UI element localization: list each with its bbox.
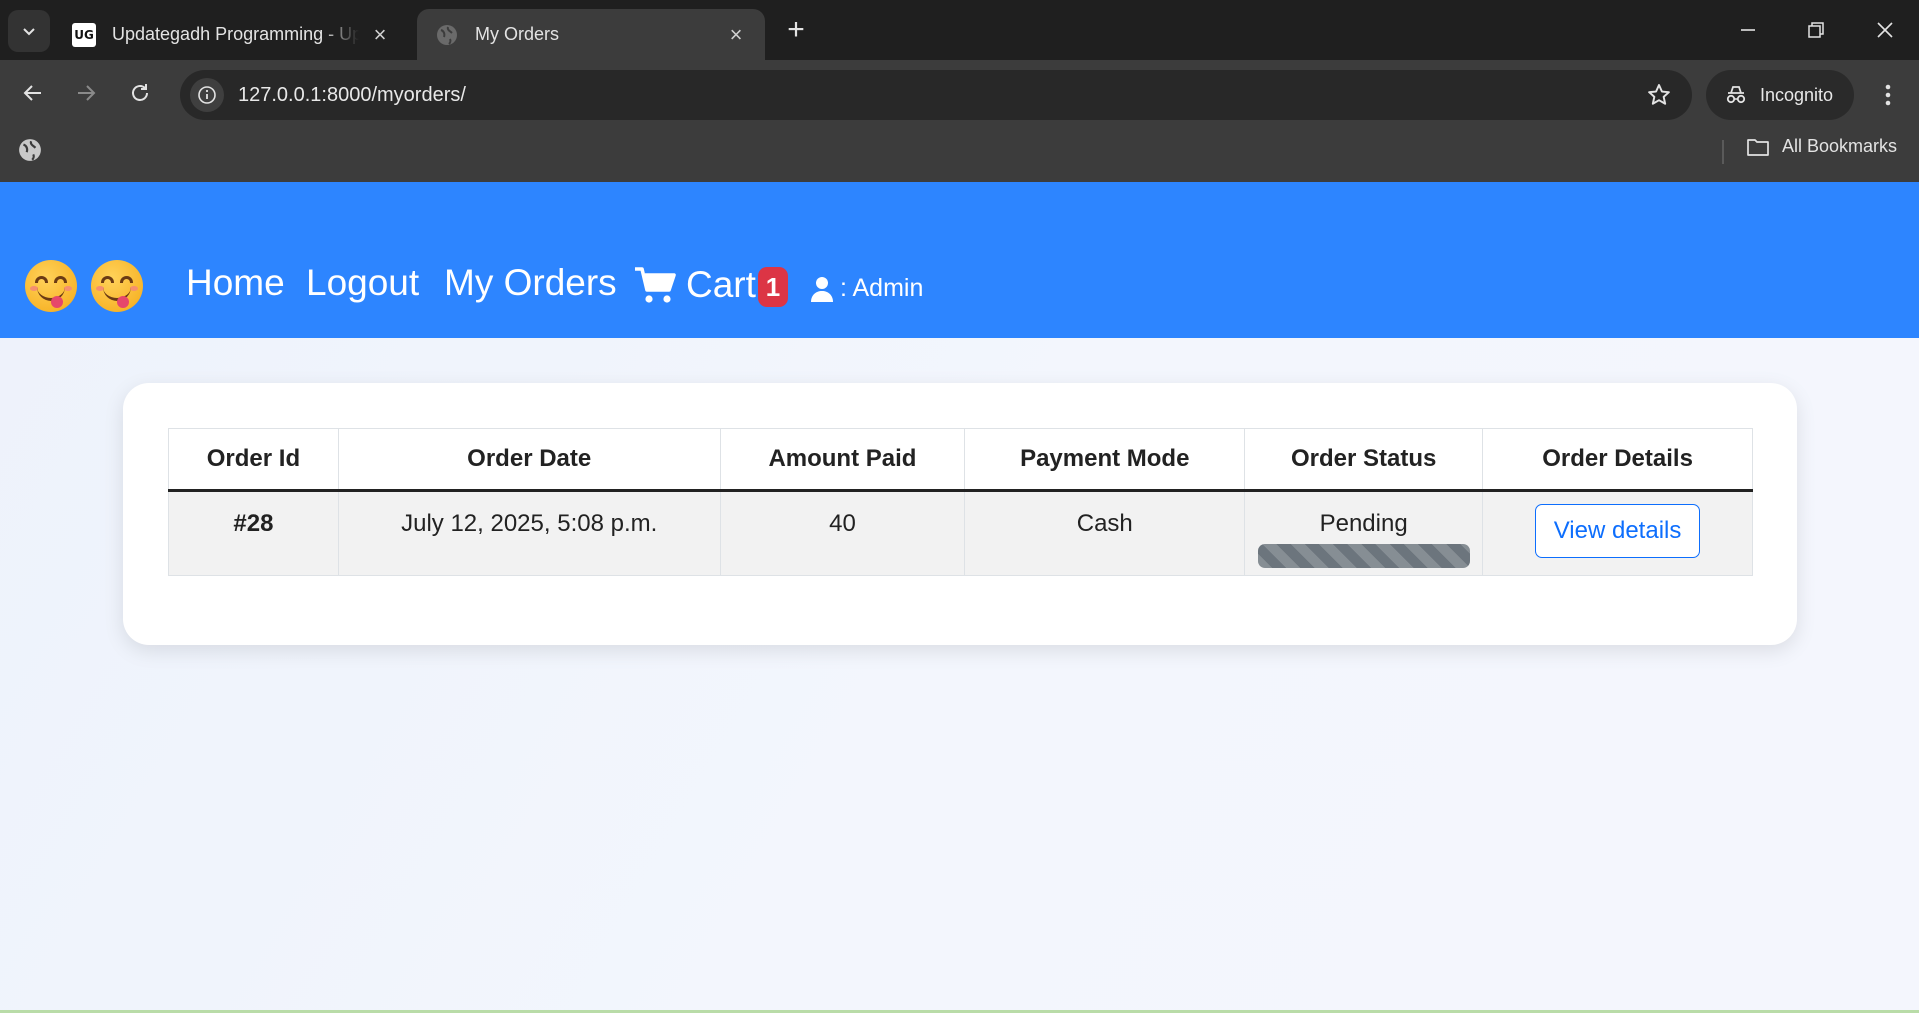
user-label: : Admin xyxy=(840,274,924,302)
incognito-icon xyxy=(1726,86,1746,104)
user-icon xyxy=(811,276,833,302)
user-indicator: : Admin xyxy=(810,274,923,303)
tab-my-orders[interactable]: My Orders × xyxy=(417,9,765,60)
cart-label: Cart xyxy=(686,264,756,305)
order-status-cell: Pending xyxy=(1244,490,1484,576)
nav-cart-link[interactable]: Cart xyxy=(634,264,756,306)
table-header-row: Order Id Order Date Amount Paid Payment … xyxy=(168,428,1753,492)
chevron-down-icon xyxy=(23,28,35,36)
header-payment-mode: Payment Mode xyxy=(964,428,1246,492)
ug-logo-icon: UG xyxy=(72,22,96,47)
restore-button[interactable] xyxy=(1786,6,1846,54)
browser-toolbar: 127.0.0.1:8000/myorders/ Incognito All B… xyxy=(0,60,1919,188)
address-bar[interactable]: 127.0.0.1:8000/myorders/ xyxy=(180,70,1692,120)
minimize-button[interactable] xyxy=(1718,6,1778,54)
tab-updategadh[interactable]: UG Updategadh Programming - Up × xyxy=(54,9,409,60)
close-icon xyxy=(1877,22,1893,38)
yum-emoji-icon xyxy=(25,260,77,312)
tab-search-button[interactable] xyxy=(8,10,50,52)
cart-count-badge: 1 xyxy=(758,267,788,307)
tab-strip: UG Updategadh Programming - Up × My Orde… xyxy=(0,0,1919,60)
header-order-status: Order Status xyxy=(1244,428,1484,492)
close-icon[interactable]: × xyxy=(369,22,391,47)
table-row: #28 July 12, 2025, 5:08 p.m. 40 Cash Pen… xyxy=(168,490,1753,576)
amount-paid-cell: 40 xyxy=(719,490,966,576)
star-icon[interactable] xyxy=(1646,82,1672,113)
status-progress-bar xyxy=(1257,544,1470,568)
nav-logout-link[interactable]: Logout xyxy=(306,262,419,304)
header-order-details: Order Details xyxy=(1482,428,1753,492)
url-text[interactable]: 127.0.0.1:8000/myorders/ xyxy=(238,84,466,107)
header-order-id: Order Id xyxy=(168,428,339,492)
forward-button[interactable] xyxy=(65,72,107,114)
minimize-icon xyxy=(1741,29,1755,31)
yum-emoji-icon xyxy=(91,260,143,312)
order-details-cell: View details xyxy=(1482,490,1753,576)
arrow-left-icon xyxy=(23,85,41,101)
view-details-button[interactable]: View details xyxy=(1534,504,1701,558)
bookmarks-divider xyxy=(1722,140,1724,164)
nav-home-link[interactable]: Home xyxy=(186,262,285,304)
order-status-text: Pending xyxy=(1319,510,1408,537)
nav-my-orders-link[interactable]: My Orders xyxy=(444,262,617,304)
globe-icon xyxy=(435,23,459,47)
orders-card: Order Id Order Date Amount Paid Payment … xyxy=(123,383,1797,645)
new-tab-button[interactable]: + xyxy=(778,12,814,48)
order-date-cell: July 12, 2025, 5:08 p.m. xyxy=(337,490,721,576)
incognito-indicator[interactable]: Incognito xyxy=(1706,70,1854,120)
payment-mode-cell: Cash xyxy=(964,490,1246,576)
site-navbar: Home Logout My Orders Cart 1 : Admin xyxy=(0,182,1919,338)
header-amount-paid: Amount Paid xyxy=(719,428,966,492)
orders-table: Order Id Order Date Amount Paid Payment … xyxy=(168,428,1753,576)
bookmark-globe-icon[interactable] xyxy=(18,138,42,167)
reload-button[interactable] xyxy=(119,72,161,114)
close-window-button[interactable] xyxy=(1855,6,1915,54)
order-id-cell: #28 xyxy=(168,490,339,576)
header-order-date: Order Date xyxy=(337,428,721,492)
incognito-label: Incognito xyxy=(1760,84,1834,105)
back-button[interactable] xyxy=(12,72,54,114)
page-content: Home Logout My Orders Cart 1 : Admin Ord… xyxy=(0,182,1919,1013)
close-icon[interactable]: × xyxy=(725,22,747,47)
plus-icon: + xyxy=(787,13,805,46)
more-vert-icon xyxy=(1885,84,1891,106)
all-bookmarks-label: All Bookmarks xyxy=(1782,136,1898,156)
folder-icon xyxy=(1747,138,1769,156)
cart-icon xyxy=(635,267,676,303)
reload-icon xyxy=(132,84,148,101)
tab-title: Updategadh Programming - Up xyxy=(112,24,359,44)
site-info-icon[interactable] xyxy=(190,78,224,112)
all-bookmarks-button[interactable]: All Bookmarks xyxy=(1746,136,1897,157)
browser-menu-button[interactable] xyxy=(1870,74,1906,116)
tab-title: My Orders xyxy=(475,24,560,44)
arrow-right-icon xyxy=(78,85,96,101)
restore-icon xyxy=(1808,22,1824,38)
